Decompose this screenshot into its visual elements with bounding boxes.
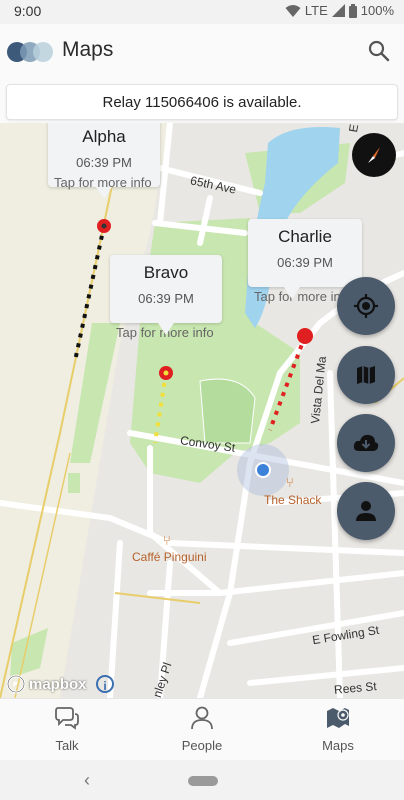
signal-icon (331, 4, 345, 17)
nav-label: People (181, 738, 223, 753)
wifi-icon (285, 4, 301, 17)
app-logo (7, 42, 53, 62)
status-indicators: LTE 100% (285, 3, 394, 18)
download-map-button[interactable] (337, 414, 395, 472)
battery-level: 100% (360, 3, 394, 18)
relay-banner[interactable]: Relay 115066406 is available. (6, 84, 398, 120)
marker-time: 06:39 PM (277, 255, 333, 270)
marker-time: 06:39 PM (76, 155, 132, 170)
marker-callout[interactable]: Bravo 06:39 PM Tap for more info (110, 255, 222, 340)
home-pill[interactable] (188, 776, 218, 786)
location-icon (354, 294, 378, 318)
status-time: 9:00 (14, 3, 42, 19)
person-icon (191, 706, 213, 730)
marker-name: Bravo (143, 263, 189, 282)
search-icon[interactable] (366, 38, 392, 64)
restaurant-icon: ⑂ (286, 475, 294, 490)
map-background (0, 123, 404, 698)
page-title: Maps (62, 38, 114, 61)
network-label: LTE (304, 3, 328, 18)
relay-banner-text: Relay 115066406 is available. (102, 93, 302, 111)
compass-icon (368, 147, 380, 163)
nav-item-people[interactable]: People (152, 705, 252, 753)
nav-label: Talk (55, 738, 79, 753)
map-icon (357, 366, 375, 384)
attribution-info-icon[interactable]: i (96, 675, 114, 693)
nav-item-talk[interactable]: Talk (17, 705, 117, 753)
map-view[interactable]: 65th Ave Convoy St Vista Del Ma E Fowlin… (0, 123, 404, 698)
app-bar: Maps (0, 24, 404, 80)
status-bar: 9:00 LTE 100% (0, 0, 404, 24)
battery-icon (348, 3, 357, 18)
person-icon (356, 501, 376, 521)
marker-callout[interactable]: Charlie 06:39 PM Tap for more info (248, 219, 362, 304)
system-nav-bar: ‹ (0, 760, 404, 800)
marker-time: 06:39 PM (138, 291, 194, 306)
map-layers-button[interactable] (337, 346, 395, 404)
mapbox-logo[interactable]: mapbox (6, 674, 87, 694)
mapbox-icon (6, 674, 26, 694)
compass-button[interactable] (352, 133, 396, 177)
my-location-button[interactable] (337, 277, 395, 335)
poi-label[interactable]: Caffé Pinguini (132, 550, 207, 564)
marker-name: Charlie (278, 227, 332, 246)
marker-callout[interactable]: Alpha 06:39 PM Tap for more info (48, 123, 160, 199)
restaurant-icon: ⑂ (163, 533, 171, 548)
marker-name: Alpha (82, 127, 126, 146)
bottom-nav: Talk People Maps (0, 698, 404, 761)
poi-label[interactable]: The Shack (264, 493, 321, 507)
mapbox-wordmark: mapbox (29, 675, 87, 693)
nav-item-maps[interactable]: Maps (288, 705, 388, 753)
back-icon[interactable]: ‹ (84, 770, 90, 791)
nav-label: Maps (322, 738, 354, 753)
cloud-download-icon (353, 434, 379, 451)
chat-icon (55, 707, 79, 730)
profile-button[interactable] (337, 482, 395, 540)
map-pin-icon (327, 708, 349, 728)
